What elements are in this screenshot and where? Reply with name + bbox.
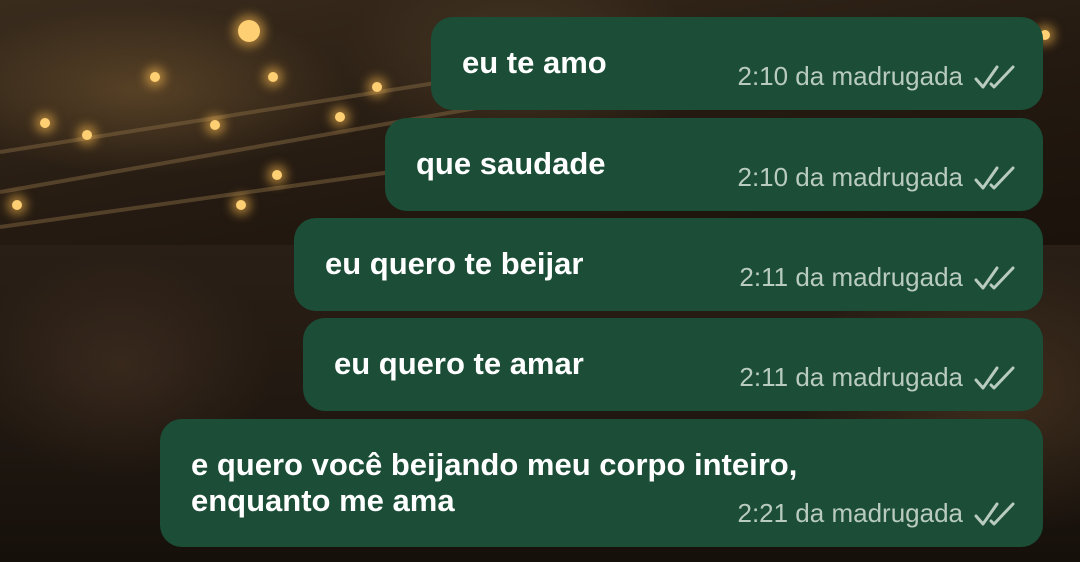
message-bubble[interactable]: eu quero te beijar 2:11 da madrugada [294,218,1043,311]
message-time: 2:10 da madrugada [737,162,963,192]
double-check-icon [974,266,1015,289]
fairy-light [238,20,260,42]
fairy-light [82,130,92,140]
fairy-light [12,200,22,210]
double-check-icon [974,65,1015,88]
message-meta: 2:10 da madrugada [737,61,1017,92]
message-meta: 2:10 da madrugada [737,162,1017,193]
fairy-light [150,72,160,82]
message-text: eu quero te amar [334,346,584,381]
message-bubble[interactable]: e quero você beijando meu corpo inteiro,… [160,419,1043,547]
message-meta: 2:21 da madrugada [737,498,1017,529]
message-time: 2:21 da madrugada [737,498,963,528]
message-text: que saudade [416,146,606,181]
message-time: 2:11 da madrugada [739,362,963,392]
message-bubble[interactable]: eu te amo 2:10 da madrugada [431,17,1043,110]
message-text-line: enquanto me ama [191,483,455,518]
message-text: e quero você beijando meu corpo inteiro,… [191,447,797,519]
fairy-light [272,170,282,180]
message-time: 2:11 da madrugada [739,262,963,292]
fairy-light [335,112,345,122]
double-check-icon [974,502,1015,525]
message-bubble[interactable]: eu quero te amar 2:11 da madrugada [303,318,1043,411]
message-text: eu quero te beijar [325,246,584,281]
fairy-light [236,200,246,210]
message-time: 2:10 da madrugada [737,61,963,91]
double-check-icon [974,166,1015,189]
message-text: eu te amo [462,45,607,80]
message-bubble[interactable]: que saudade 2:10 da madrugada [385,118,1043,211]
message-meta: 2:11 da madrugada [739,262,1017,293]
fairy-light [372,82,382,92]
message-text-line: e quero você beijando meu corpo inteiro, [191,447,798,482]
double-check-icon [974,366,1015,389]
fairy-light [40,118,50,128]
fairy-light [268,72,278,82]
message-meta: 2:11 da madrugada [739,362,1017,393]
fairy-light [210,120,220,130]
